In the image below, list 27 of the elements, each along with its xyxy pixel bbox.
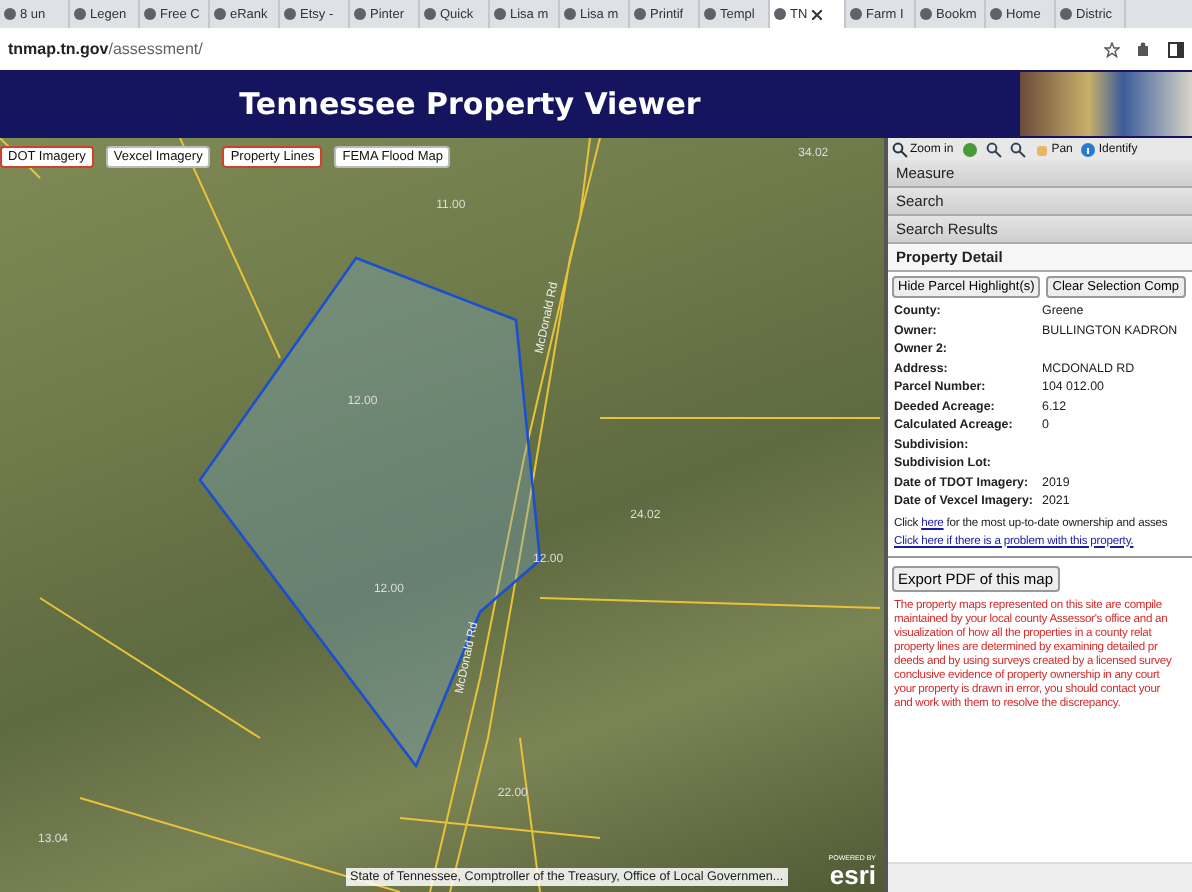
search-icon bbox=[892, 141, 908, 157]
favicon-icon bbox=[704, 8, 716, 20]
favicon-icon bbox=[4, 8, 16, 20]
star-icon[interactable] bbox=[1104, 41, 1120, 57]
site-title: Tennessee Property Viewer bbox=[237, 86, 703, 122]
favicon-icon bbox=[144, 8, 156, 20]
favicon-icon bbox=[74, 8, 86, 20]
map-logo: esri bbox=[829, 862, 876, 888]
favicon-icon bbox=[1060, 8, 1072, 20]
favicon-icon bbox=[214, 8, 226, 20]
favicon-icon bbox=[424, 8, 436, 20]
favicon-icon bbox=[850, 8, 862, 20]
url-path: /assessment/ bbox=[108, 40, 203, 58]
favicon-icon bbox=[920, 8, 932, 20]
close-icon[interactable] bbox=[811, 9, 822, 19]
info-icon bbox=[1080, 141, 1097, 157]
favicon-icon bbox=[564, 8, 576, 20]
favicon-icon bbox=[634, 8, 646, 20]
favicon-icon bbox=[284, 8, 296, 20]
url-host: tnmap.tn.gov bbox=[8, 40, 109, 58]
search-icon[interactable] bbox=[985, 141, 1002, 157]
sidebar-icon[interactable] bbox=[1168, 41, 1184, 57]
favicon-icon bbox=[990, 8, 1002, 20]
favicon-icon bbox=[354, 8, 366, 20]
search-icon[interactable] bbox=[1009, 141, 1026, 157]
favicon-icon bbox=[774, 8, 786, 20]
favicon-icon bbox=[494, 8, 506, 20]
